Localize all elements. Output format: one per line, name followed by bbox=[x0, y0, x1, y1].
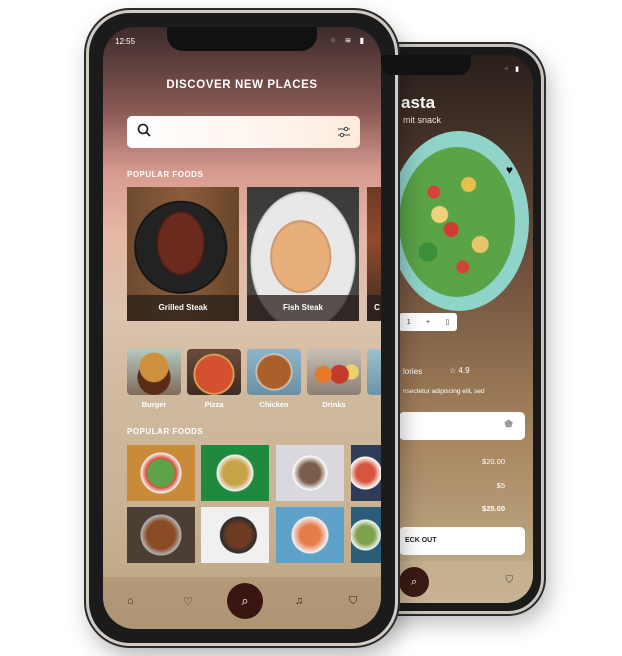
page-title: DISCOVER NEW PLACES bbox=[166, 79, 318, 91]
featured-card-label: Grilled Steak bbox=[127, 295, 239, 321]
status-time: 12:55 bbox=[115, 37, 136, 46]
food-tile[interactable] bbox=[127, 445, 195, 501]
food-tile[interactable] bbox=[351, 445, 381, 501]
star-icon: ☆ bbox=[449, 366, 457, 375]
category-label: Burger bbox=[141, 400, 167, 409]
bottom-nav: ⌂ ♡ ⌕ ♫ ⛉ bbox=[103, 577, 381, 629]
search-icon[interactable]: ⌕ bbox=[399, 567, 429, 597]
food-tile[interactable] bbox=[201, 445, 269, 501]
total-price: $25.00 bbox=[482, 504, 505, 513]
dish-salad-image bbox=[399, 147, 515, 297]
trash-icon[interactable]: ▯ bbox=[445, 318, 449, 326]
partial-category-image bbox=[367, 349, 381, 395]
food-tile[interactable] bbox=[276, 445, 344, 501]
popular-foods-label: POPULAR FOODS bbox=[127, 170, 204, 179]
search-icon[interactable]: ⌕ bbox=[227, 583, 263, 619]
rating-value: 4.9 bbox=[458, 366, 470, 375]
chicken-image bbox=[247, 349, 301, 395]
search-input[interactable] bbox=[127, 116, 360, 148]
featured-card-fish-steak[interactable]: Fish Steak bbox=[247, 187, 359, 321]
back-phone-notch bbox=[381, 55, 471, 75]
front-phone-frame: 12:55 ⁘ ≋ ▮ DISCOVER NEW PLACES POPULAR … bbox=[86, 10, 398, 646]
heart-icon[interactable]: ♡ bbox=[183, 595, 193, 608]
burger-image bbox=[127, 349, 181, 395]
category-burger[interactable]: Burger bbox=[127, 349, 181, 409]
bell-icon[interactable]: ♫ bbox=[295, 595, 303, 607]
pizza-image bbox=[187, 349, 241, 395]
featured-card-partial[interactable]: C bbox=[367, 187, 381, 321]
food-tile[interactable] bbox=[276, 507, 344, 563]
subtotal-price: $20.00 bbox=[482, 457, 505, 466]
tag-icon: ⬟ bbox=[504, 419, 513, 430]
category-drinks[interactable]: Drinks bbox=[307, 349, 361, 409]
food-tile[interactable] bbox=[201, 507, 269, 563]
filter-icon[interactable] bbox=[338, 126, 350, 138]
basket-icon[interactable]: ⛉ bbox=[506, 575, 514, 586]
checkout-button[interactable]: ECK OUT bbox=[399, 527, 525, 555]
category-partial[interactable] bbox=[367, 349, 381, 395]
category-chicken[interactable]: Chicken bbox=[247, 349, 301, 409]
featured-card-label: C bbox=[367, 295, 381, 321]
status-icons: ⁘ ▮ bbox=[503, 66, 521, 73]
heart-icon[interactable]: ♥ bbox=[506, 163, 513, 177]
dish-title: asta bbox=[401, 93, 436, 112]
drinks-image bbox=[307, 349, 361, 395]
quantity-stepper[interactable]: 1 + ▯ bbox=[399, 313, 457, 331]
featured-card-grilled-steak[interactable]: Grilled Steak bbox=[127, 187, 239, 321]
status-icons: ⁘ ≋ ▮ bbox=[329, 36, 367, 45]
quantity-value: 1 bbox=[406, 318, 411, 326]
category-label: Pizza bbox=[204, 400, 224, 409]
coupon-input[interactable]: ⬟ bbox=[399, 412, 525, 440]
category-label: Chicken bbox=[259, 400, 289, 409]
search-icon bbox=[137, 123, 151, 137]
dish-description: nsectetur adipiscing elit, sed bbox=[403, 388, 485, 395]
food-tile[interactable] bbox=[351, 507, 381, 563]
front-phone-screen: 12:55 ⁘ ≋ ▮ DISCOVER NEW PLACES POPULAR … bbox=[103, 27, 381, 629]
basket-icon[interactable]: ⛉ bbox=[349, 595, 357, 608]
home-icon[interactable]: ⌂ bbox=[127, 595, 134, 607]
category-label: Drinks bbox=[322, 400, 346, 409]
featured-card-label: Fish Steak bbox=[247, 295, 359, 321]
front-phone-notch bbox=[167, 27, 317, 51]
rating: ☆ 4.9 bbox=[449, 366, 470, 375]
category-pizza[interactable]: Pizza bbox=[187, 349, 241, 409]
delivery-price: $5 bbox=[496, 481, 505, 490]
dish-subtitle: mit snack bbox=[403, 115, 442, 125]
plus-button[interactable]: + bbox=[426, 319, 430, 326]
calories-label: lories bbox=[403, 367, 423, 376]
food-tile[interactable] bbox=[127, 507, 195, 563]
popular-foods-label: POPULAR FOODS bbox=[127, 427, 204, 436]
